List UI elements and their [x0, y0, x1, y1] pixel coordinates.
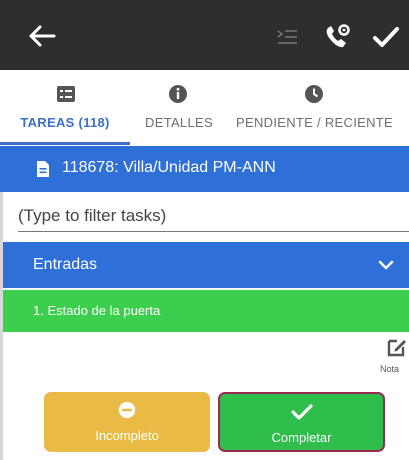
app-bar [0, 0, 409, 70]
section-entradas-label: Entradas [33, 256, 98, 273]
chevron-down-icon[interactable] [378, 259, 394, 271]
tab-tareas-label: TAREAS (118) [20, 115, 110, 130]
section-entradas[interactable]: Entradas [0, 242, 409, 288]
completar-button[interactable]: Completar [218, 392, 385, 452]
document-icon [37, 161, 49, 177]
tab-pendiente-reciente[interactable]: PENDIENTE / RECIENTE [232, 70, 397, 144]
filter-tasks-input[interactable] [18, 200, 409, 232]
tab-bar: TAREAS (118) DETALLES PENDIENTE / RECIEN… [0, 70, 409, 144]
edit-icon[interactable] [386, 336, 408, 358]
back-arrow-icon[interactable] [28, 24, 56, 48]
check-icon [290, 404, 313, 420]
check-icon[interactable] [371, 23, 401, 51]
list-indent-icon[interactable] [276, 28, 298, 46]
tab-tareas[interactable]: TAREAS (118) [0, 70, 130, 144]
task-item-label: 1. Estado de la puerta [33, 303, 161, 318]
completar-label: Completar [271, 430, 332, 445]
incompleto-button[interactable]: Incompleto [44, 392, 210, 452]
task-item-estado-puerta[interactable]: 1. Estado de la puerta [0, 290, 409, 332]
clock-icon [305, 85, 323, 103]
notas-label: Nota [380, 364, 400, 374]
active-tab-indicator [0, 142, 130, 145]
phone-settings-icon[interactable] [322, 22, 352, 52]
minus-circle-icon [118, 401, 136, 419]
tab-detalles[interactable]: DETALLES [134, 70, 224, 144]
task-header[interactable]: 118678: Villa/Unidad PM-ANN [0, 146, 409, 192]
info-icon [169, 85, 187, 103]
task-title: 118678: Villa/Unidad PM-ANN [62, 159, 276, 176]
list-icon [57, 86, 75, 102]
tab-pendiente-reciente-label: PENDIENTE / RECIENTE [236, 115, 393, 130]
left-edge-divider [0, 192, 3, 460]
tab-detalles-label: DETALLES [145, 115, 213, 130]
incompleto-label: Incompleto [95, 428, 159, 443]
